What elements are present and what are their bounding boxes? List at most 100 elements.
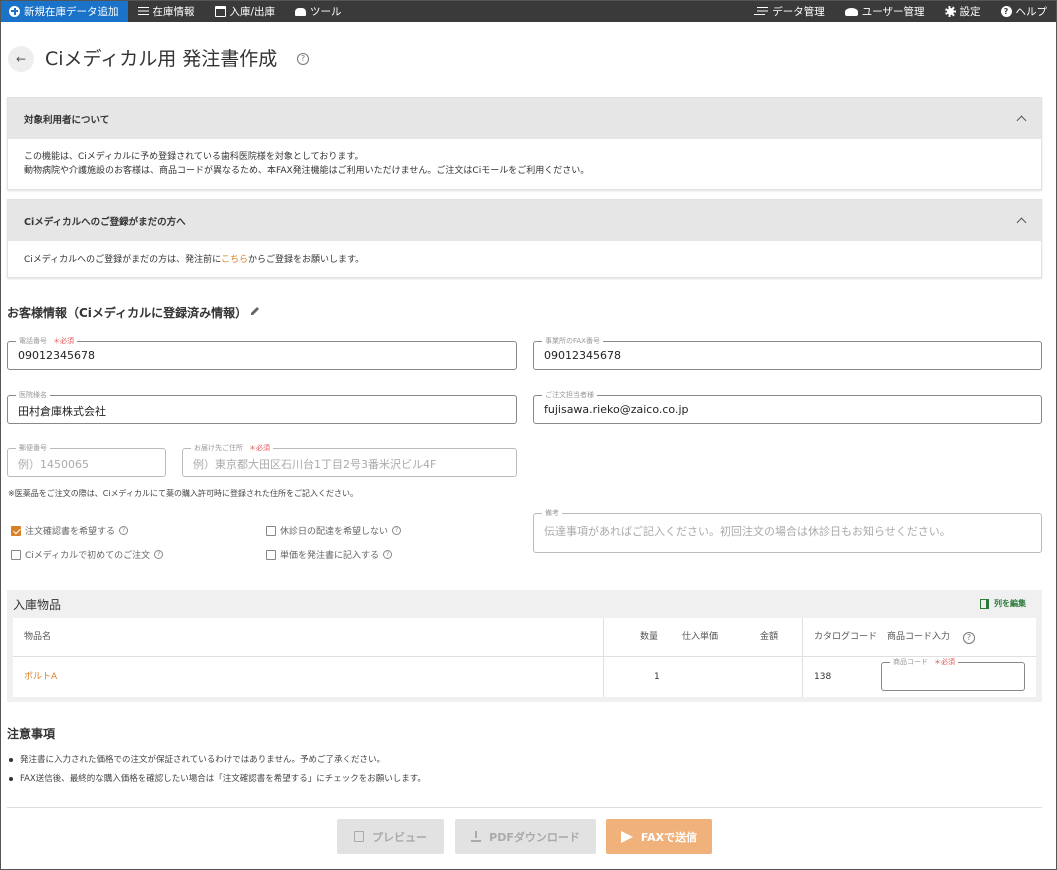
column-divider bbox=[603, 618, 604, 697]
header-code-input: 商品コード入力 bbox=[887, 632, 951, 642]
pdf-download-button[interactable]: PDFダウンロード bbox=[455, 819, 596, 854]
price-checkbox[interactable]: 単価を発注書に記入する ? bbox=[266, 548, 393, 561]
header-divider bbox=[13, 656, 1036, 657]
fax-field[interactable]: 事業所のFAX番号 09012345678 bbox=[533, 336, 1042, 370]
checkbox-icon[interactable] bbox=[11, 549, 21, 560]
accordion-target-users-line1: この機能は、Ciメディカルに予め登録されている歯科医院様を対象としております。 bbox=[24, 152, 364, 162]
box-icon bbox=[214, 5, 226, 17]
clinic-name-field[interactable]: 医院様名 田村倉庫株式会社 bbox=[7, 390, 517, 424]
back-button[interactable]: ← bbox=[8, 46, 34, 72]
phone-value: 09012345678 bbox=[18, 349, 95, 362]
zip-placeholder: 例）1450065 bbox=[18, 458, 89, 471]
accordion-target-users-line2: 動物病院や介護施設のお客様は、商品コードが異なるため、本FAX発注機能はご利用い… bbox=[24, 166, 590, 176]
plus-circle-icon bbox=[9, 5, 20, 17]
help-circle-icon: ? bbox=[1000, 5, 1012, 17]
header-catalog: カタログコード bbox=[814, 632, 878, 642]
header-amount: 金額 bbox=[760, 632, 779, 642]
product-code-label-text: 商品コード bbox=[893, 658, 928, 666]
registration-link[interactable]: こちら bbox=[221, 255, 248, 265]
note-item: 発注書に入力された価格での注文が保証されているわけではありません。予めご了承くだ… bbox=[7, 753, 426, 772]
price-label: 単価を発注書に記入する bbox=[280, 551, 380, 561]
confirm-checkbox[interactable]: 注文確認書を希望する ? bbox=[11, 524, 129, 537]
help-icon[interactable]: ? bbox=[392, 526, 402, 535]
nav-user-mgmt-label: ユーザー管理 bbox=[861, 5, 925, 18]
preview-button[interactable]: プレビュー bbox=[337, 819, 444, 854]
nav-user-mgmt[interactable]: ユーザー管理 bbox=[835, 0, 935, 22]
header-unit-price: 仕入単価 bbox=[682, 632, 719, 642]
checkbox-icon[interactable] bbox=[266, 549, 276, 560]
accordion-target-users-body: この機能は、Ciメディカルに予め登録されている歯科医院様を対象としております。 … bbox=[8, 139, 1041, 189]
memo-label: 備考 bbox=[542, 508, 562, 518]
phone-label-text: 電話番号 bbox=[19, 337, 47, 345]
nav-help[interactable]: ? ヘルプ bbox=[991, 0, 1057, 22]
first-order-checkbox[interactable]: Ciメディカルで初めてのご注文 ? bbox=[11, 548, 164, 561]
holiday-label: 休診日の配達を希望しない bbox=[280, 527, 389, 537]
nav-inventory[interactable]: 在庫情報 bbox=[128, 0, 205, 22]
fax-send-button-label: FAXで送信 bbox=[640, 830, 698, 844]
sort-lines-icon bbox=[757, 6, 769, 17]
arrow-left-icon: ← bbox=[15, 52, 27, 66]
holiday-checkbox[interactable]: 休診日の配達を希望しない ? bbox=[266, 524, 402, 537]
item-name-link[interactable]: ボルトA bbox=[24, 657, 57, 697]
help-icon[interactable]: ? bbox=[297, 53, 309, 65]
column-divider bbox=[802, 618, 803, 697]
nav-in-out-label: 入庫/出庫 bbox=[229, 5, 276, 18]
nav-in-out[interactable]: 入庫/出庫 bbox=[205, 0, 286, 22]
fax-label: 事業所のFAX番号 bbox=[542, 336, 603, 346]
fax-send-button[interactable]: FAXで送信 bbox=[606, 819, 712, 854]
items-panel: 入庫物品 列を編集 物品名 数量 仕入単価 金額 カタログコード 商品コード入力… bbox=[7, 590, 1042, 702]
contact-field[interactable]: ご注文担当者様 fujisawa.rieko@zaico.co.jp bbox=[533, 390, 1042, 424]
items-title: 入庫物品 bbox=[13, 598, 62, 612]
checkbox-icon[interactable] bbox=[266, 525, 276, 536]
item-catalog-code: 138 bbox=[814, 672, 832, 682]
items-table: 物品名 数量 仕入単価 金額 カタログコード 商品コード入力 ? ボルトA 1 … bbox=[13, 618, 1036, 697]
nav-new-item-label: 新規在庫データ追加 bbox=[24, 5, 119, 18]
help-icon[interactable]: ? bbox=[963, 632, 975, 644]
phone-field[interactable]: 電話番号 ＊必須 09012345678 bbox=[7, 336, 517, 370]
pdf-download-button-label: PDFダウンロード bbox=[489, 830, 580, 844]
download-icon bbox=[471, 831, 482, 842]
accordion-target-users-header[interactable]: 対象利用者について bbox=[8, 98, 1041, 139]
top-nav: 新規在庫データ追加 在庫情報 入庫/出庫 ツール データ管理 ユーザー管理 設定… bbox=[0, 0, 1057, 22]
address-label: お届け先ご住所 ＊必須 bbox=[191, 443, 273, 453]
registration-text-before: Ciメディカルへのご登録がまだの方は、発注前に bbox=[24, 255, 221, 265]
accordion-registration-title: Ciメディカルへのご登録がまだの方へ bbox=[24, 216, 186, 228]
customer-info-title: お客様情報（Ciメディカルに登録済み情報） bbox=[7, 306, 248, 320]
nav-data-mgmt[interactable]: データ管理 bbox=[747, 0, 835, 22]
nav-new-item[interactable]: 新規在庫データ追加 bbox=[0, 0, 128, 22]
checkbox-checked-icon[interactable] bbox=[11, 525, 21, 536]
notes-title: 注意事項 bbox=[7, 727, 56, 741]
address-label-text: お届け先ご住所 bbox=[194, 444, 243, 452]
zip-field[interactable]: 郵便番号 例）1450065 bbox=[7, 443, 166, 477]
nav-settings-label: 設定 bbox=[959, 5, 981, 18]
accordion-registration-header[interactable]: Ciメディカルへのご登録がまだの方へ bbox=[8, 200, 1041, 241]
edit-columns-button[interactable]: 列を編集 bbox=[980, 598, 1026, 609]
help-icon[interactable]: ? bbox=[119, 526, 129, 535]
list-icon bbox=[137, 6, 149, 17]
nav-settings[interactable]: 設定 bbox=[935, 0, 991, 22]
notes-list: 発注書に入力された価格での注文が保証されているわけではありません。予めご了承くだ… bbox=[7, 753, 426, 791]
preview-button-label: プレビュー bbox=[372, 830, 427, 844]
product-code-input[interactable]: 商品コード ＊必須 bbox=[881, 657, 1025, 691]
zip-label: 郵便番号 bbox=[16, 443, 50, 453]
help-icon[interactable]: ? bbox=[154, 550, 164, 559]
nav-tools[interactable]: ツール bbox=[285, 0, 352, 22]
memo-placeholder: 伝達事項があればご記入ください。初回注文の場合は休診日もお知らせください。 bbox=[544, 525, 951, 538]
address-note: ※医薬品をご注文の際は、Ciメディカルにて薬の購入許可時に登録された住所をご記入… bbox=[8, 489, 358, 498]
footer-divider bbox=[7, 807, 1042, 808]
chevron-up-icon bbox=[1016, 217, 1027, 228]
help-icon[interactable]: ? bbox=[383, 550, 393, 559]
memo-field[interactable]: 備考 伝達事項があればご記入ください。初回注文の場合は休診日もお知らせください。 bbox=[533, 508, 1042, 553]
pencil-icon[interactable] bbox=[250, 306, 260, 316]
address-field[interactable]: お届け先ご住所 ＊必須 例）東京都大田区石川台1丁目2号3番米沢ビル4F bbox=[182, 443, 517, 477]
nav-tools-label: ツール bbox=[310, 5, 342, 18]
gear-icon bbox=[944, 5, 956, 17]
first-order-label: Ciメディカルで初めてのご注文 bbox=[25, 551, 151, 561]
nav-help-label: ヘルプ bbox=[1015, 5, 1048, 18]
send-icon bbox=[620, 830, 633, 843]
note-item: FAX送信後、最終的な購入価格を確認したい場合は「注文確認書を希望する」にチェッ… bbox=[7, 772, 426, 791]
item-qty: 1 bbox=[654, 672, 660, 682]
nav-data-mgmt-label: データ管理 bbox=[772, 5, 825, 18]
users-icon bbox=[844, 8, 858, 16]
accordion-target-users-title: 対象利用者について bbox=[24, 114, 110, 126]
